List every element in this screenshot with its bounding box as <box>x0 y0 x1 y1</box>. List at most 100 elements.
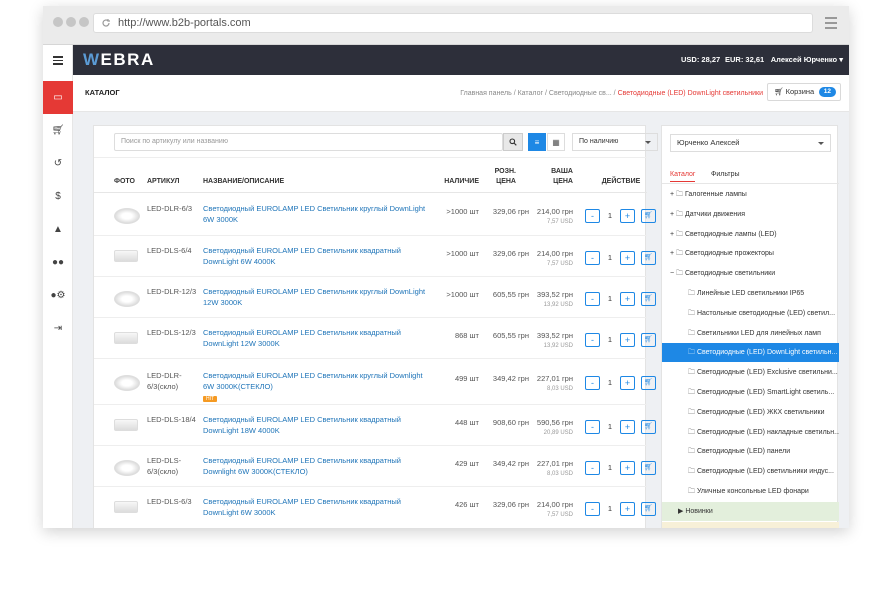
qty-decrease-button[interactable]: - <box>585 250 600 265</box>
nav-catalog[interactable]: ▭ <box>43 81 73 114</box>
product-name[interactable]: Светодиодный EUROLAMP LED Светильник кру… <box>203 286 428 308</box>
reload-icon[interactable] <box>101 18 111 28</box>
product-name[interactable]: Светодиодный EUROLAMP LED Светильник ква… <box>203 245 428 267</box>
product-thumbnail[interactable] <box>114 290 140 307</box>
category-item[interactable]: − 🗀 Светодиодные светильники <box>662 264 839 283</box>
product-name[interactable]: Светодиодный EUROLAMP LED Светильник кру… <box>203 203 428 225</box>
qty-value[interactable]: 1 <box>603 378 617 387</box>
qty-increase-button[interactable]: + <box>620 419 635 434</box>
category-item[interactable]: + 🗀 Светодиодные лампы (LED) <box>662 225 839 244</box>
product-thumbnail[interactable] <box>114 249 138 262</box>
nav-user-settings[interactable]: ●⚙ <box>43 279 73 312</box>
user-menu[interactable]: Алексей Юрченко ▾ <box>771 55 843 64</box>
qty-decrease-button[interactable]: - <box>585 376 600 390</box>
manager-select[interactable]: Юрченко Алексей <box>670 134 831 152</box>
category-item[interactable]: 🗀 Линейные LED светильники IP65 <box>662 284 839 303</box>
qty-decrease-button[interactable]: - <box>585 419 600 434</box>
category-item[interactable]: + 🗀 Галогенные лампы <box>662 185 839 204</box>
tab-catalog[interactable]: Каталог <box>670 171 696 182</box>
nav-finance[interactable]: $ <box>43 180 73 213</box>
product-name[interactable]: Светодиодный EUROLAMP LED Светильник ква… <box>203 496 428 518</box>
category-item[interactable]: 🗀 Настольные светодиодные (LED) светил..… <box>662 304 839 323</box>
product-name[interactable]: Светодиодный EUROLAMP LED Светильник ква… <box>203 455 428 477</box>
cart-icon: 🛒︎ <box>644 505 653 512</box>
qty-increase-button[interactable]: + <box>620 502 635 516</box>
nav-returns[interactable]: ↺ <box>43 147 73 180</box>
cart-button[interactable]: 🛒︎ Корзина 12 <box>767 83 841 101</box>
product-thumbnail[interactable] <box>114 207 140 224</box>
list-view-button[interactable]: ≡ <box>528 133 546 151</box>
category-item[interactable]: 🗀 Светильники LED для линейных ламп <box>662 324 839 343</box>
main-content: КАТАЛОГ Главная панель / Каталог / Свето… <box>73 75 849 528</box>
nav-logout[interactable]: ⇥ <box>43 312 73 345</box>
user-settings-icon: ●⚙ <box>50 290 66 301</box>
product-name[interactable]: Светодиодный EUROLAMP LED Светильник ква… <box>203 327 428 349</box>
qty-increase-button[interactable]: + <box>620 332 635 347</box>
product-name[interactable]: Светодиодный EUROLAMP LED Светильник ква… <box>203 414 428 436</box>
qty-increase-button[interactable]: + <box>620 291 635 306</box>
category-item[interactable]: 🗀 Светодиодные (LED) накладные светильн.… <box>662 423 839 442</box>
qty-value[interactable]: 1 <box>603 422 617 431</box>
category-item[interactable]: 🗀 Светодиодные (LED) Exclusive светильни… <box>662 363 839 382</box>
grid-view-button[interactable]: ▦ <box>547 133 565 151</box>
add-to-cart-button[interactable]: 🛒︎ <box>641 419 656 434</box>
category-item[interactable]: ▶ Новинки <box>662 501 839 521</box>
browser-chrome: http://www.b2b-portals.com <box>43 6 849 45</box>
qty-decrease-button[interactable]: - <box>585 502 600 516</box>
window-dot[interactable] <box>66 17 76 27</box>
qty-decrease-button[interactable]: - <box>585 460 600 475</box>
search-input[interactable]: Поиск по артикулу или названию <box>114 133 503 151</box>
qty-value[interactable]: 1 <box>603 253 617 262</box>
qty-decrease-button[interactable]: - <box>585 208 600 223</box>
add-to-cart-button[interactable]: 🛒︎ <box>641 250 656 265</box>
category-item[interactable]: 🗀 Уличные консольные LED фонари <box>662 482 839 501</box>
address-bar[interactable]: http://www.b2b-portals.com <box>93 13 813 33</box>
qty-decrease-button[interactable]: - <box>585 291 600 306</box>
nav-education[interactable]: ▲ <box>43 213 73 246</box>
nav-users[interactable]: ●● <box>43 246 73 279</box>
menu-toggle-button[interactable] <box>43 45 73 75</box>
qty-value[interactable]: 1 <box>603 504 617 513</box>
qty-increase-button[interactable]: + <box>620 250 635 265</box>
qty-increase-button[interactable]: + <box>620 208 635 223</box>
product-name[interactable]: Светодиодный EUROLAMP LED Светильник кру… <box>203 370 428 403</box>
search-button[interactable] <box>503 133 523 151</box>
qty-value[interactable]: 1 <box>603 463 617 472</box>
category-item[interactable]: 🗀 Светодиодные (LED) ЖКХ светильники <box>662 403 839 422</box>
product-thumbnail[interactable] <box>114 459 140 476</box>
product-thumbnail[interactable] <box>114 418 138 431</box>
add-to-cart-button[interactable]: 🛒︎ <box>641 208 656 223</box>
add-to-cart-button[interactable]: 🛒︎ <box>641 332 656 347</box>
breadcrumb-link[interactable]: Светодиодные св... <box>549 90 612 97</box>
logo[interactable]: WEBRA <box>83 51 155 69</box>
category-item[interactable]: 🗀 Светодиодные (LED) панели <box>662 442 839 461</box>
qty-value[interactable]: 1 <box>603 335 617 344</box>
category-item[interactable]: 🗀 Светодиодные (LED) светильники индус..… <box>662 462 839 481</box>
window-dot[interactable] <box>53 17 63 27</box>
qty-value[interactable]: 1 <box>603 294 617 303</box>
add-to-cart-button[interactable]: 🛒︎ <box>641 376 656 390</box>
add-to-cart-button[interactable]: 🛒︎ <box>641 502 656 516</box>
qty-decrease-button[interactable]: - <box>585 332 600 347</box>
qty-increase-button[interactable]: + <box>620 376 635 390</box>
tab-filters[interactable]: Фильтры <box>711 171 740 178</box>
category-item[interactable]: + 🗀 Датчики движения <box>662 205 839 224</box>
qty-increase-button[interactable]: + <box>620 460 635 475</box>
category-item[interactable]: + 🗀 Светодиодные прожекторы <box>662 244 839 263</box>
category-item[interactable]: 🗀 Светодиодные (LED) SmartLight светиль.… <box>662 383 839 402</box>
qty-value[interactable]: 1 <box>603 211 617 220</box>
breadcrumb-link[interactable]: Каталог <box>518 90 543 97</box>
browser-menu-icon[interactable] <box>825 17 837 32</box>
nav-cart[interactable]: 🛒︎ <box>43 114 73 147</box>
window-dot[interactable] <box>79 17 89 27</box>
sort-select[interactable]: По наличию <box>572 133 658 151</box>
folder-icon: 🗀 <box>688 468 697 476</box>
breadcrumb-link[interactable]: Главная панель <box>460 90 512 97</box>
add-to-cart-button[interactable]: 🛒︎ <box>641 291 656 306</box>
category-item[interactable]: 🗀 Светодиодные (LED) DownLight светильн.… <box>662 343 839 363</box>
add-to-cart-button[interactable]: 🛒︎ <box>641 460 656 475</box>
product-thumbnail[interactable] <box>114 375 140 391</box>
product-thumbnail[interactable] <box>114 331 138 344</box>
product-thumbnail[interactable] <box>114 501 138 513</box>
category-item[interactable]: 👍︎ Хиты продаж <box>662 521 839 528</box>
